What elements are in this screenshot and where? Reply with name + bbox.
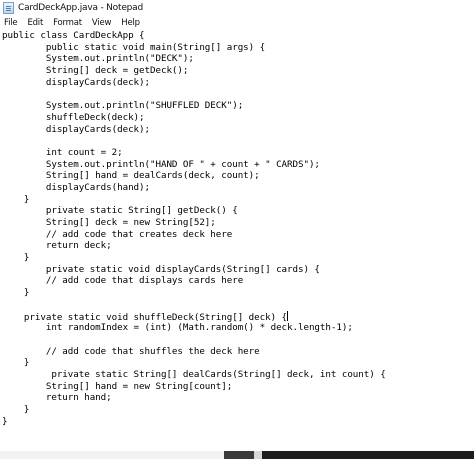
taskbar-edge — [0, 451, 474, 459]
code-line: } — [2, 193, 30, 205]
code-line: return hand; — [2, 392, 112, 404]
title-bar: CardDeckApp.java - Notepad — [0, 0, 474, 16]
taskbar-segment — [254, 451, 262, 459]
text-caret — [287, 310, 289, 321]
code-line: String[] hand = new String[count]; — [2, 380, 233, 392]
menu-file[interactable]: File — [0, 16, 22, 30]
code-line: private static String[] getDeck() { — [2, 205, 238, 217]
code-line: String[] deck = new String[52]; — [2, 217, 216, 228]
notepad-icon — [3, 2, 14, 14]
code-text: public class CardDeckApp { public static… — [2, 30, 386, 427]
code-line: String[] deck = getDeck(); — [2, 65, 189, 77]
code-line: public class CardDeckApp { — [2, 30, 145, 41]
code-line: int count = 2; — [2, 146, 123, 158]
taskbar-segment — [0, 451, 224, 459]
text-editor[interactable]: public class CardDeckApp { public static… — [0, 30, 474, 451]
menu-help[interactable]: Help — [116, 16, 145, 30]
code-line: // add code that displays cards here — [2, 275, 244, 287]
code-line: } — [2, 415, 8, 427]
window-title: CardDeckApp.java - Notepad — [18, 3, 143, 13]
code-line: displayCards(deck); — [2, 76, 150, 88]
code-line: String[] hand = dealCards(deck, count); — [2, 170, 260, 182]
code-line: // add code that creates deck here — [2, 228, 233, 240]
code-line-with-caret: private static void shuffleDeck(String[]… — [2, 310, 386, 323]
code-line: int randomIndex = (int) (Math.random() *… — [2, 322, 353, 334]
code-line: return deck; — [2, 240, 112, 252]
code-line: displayCards(deck); — [2, 123, 150, 135]
code-line: } — [2, 404, 30, 415]
code-line: } — [2, 252, 30, 264]
menu-bar: File Edit Format View Help — [0, 16, 474, 30]
code-line: private static String[] dealCards(String… — [2, 368, 386, 380]
menu-view[interactable]: View — [87, 16, 116, 30]
code-line: shuffleDeck(deck); — [2, 111, 145, 123]
code-line: System.out.println("SHUFFLED DECK"); — [2, 100, 244, 112]
code-line-text: private static void shuffleDeck(String[]… — [2, 311, 288, 323]
code-line: System.out.println("DECK"); — [2, 53, 194, 65]
code-line: } — [2, 287, 30, 299]
code-line: displayCards(hand); — [2, 181, 150, 193]
code-line: // add code that shuffles the deck here — [2, 345, 260, 357]
taskbar-segment — [224, 451, 254, 459]
menu-edit[interactable]: Edit — [22, 16, 48, 30]
code-line: public static void main(String[] args) { — [2, 41, 266, 53]
code-line: private static void displayCards(String[… — [2, 263, 320, 275]
code-line: System.out.println("HAND OF " + count + … — [2, 158, 320, 170]
code-line: } — [2, 357, 30, 369]
menu-format[interactable]: Format — [48, 16, 87, 30]
taskbar-segment — [262, 451, 474, 459]
